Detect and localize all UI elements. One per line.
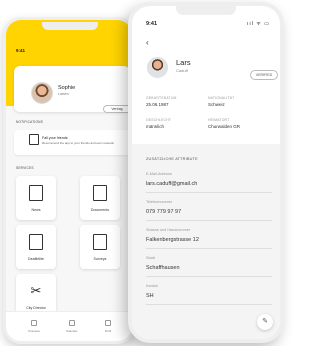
divider [146,192,272,193]
tile-label: City Director [26,306,46,310]
city-field[interactable]: Schaffhausen [146,265,180,271]
profile-surname: Caduff [176,68,188,73]
phone-notch [176,6,236,15]
document-icon [93,185,107,201]
status-time: 9:41 [146,21,158,27]
nav-item-calendar[interactable]: Kalender [60,320,84,333]
notification-title: Fall your friends [42,136,68,140]
email-field[interactable]: lars.caduff@gmail.ch [146,181,197,187]
bottom-nav: Overview Kalender Profil [6,311,132,341]
avatar [31,82,53,104]
birthdate-value: 25.06.1987 [146,102,169,107]
notification-icon [29,134,39,145]
status-time: 9:41 [16,48,26,53]
profile-name: Lars [176,58,191,67]
gender-label: GESCHLECHT [146,118,172,122]
profile-role: Larsen [58,92,69,96]
profile-icon [105,320,111,326]
gender-value: männlich [146,124,165,129]
back-phone: 9:41 Sophie Larsen Vertrag NOTIFICATIONS… [3,17,135,344]
service-tile-form[interactable]: Deaflirtlite [16,225,56,269]
back-arrow-icon[interactable]: ‹ [146,38,149,47]
service-tile-news[interactable]: News [16,176,56,220]
notification-text: Recommend the app to your friends and ea… [42,141,114,145]
news-icon [29,185,43,201]
status-icons: ııl ᯤ ▭ [247,21,270,27]
nationality-value: Schweiz [208,102,225,107]
contract-button[interactable]: Vertrag [103,105,131,113]
email-label: E-Mail-Adresse [146,172,172,176]
phone-label: Telefonnummer [146,200,173,204]
nationality-label: NATIONALITÄT [208,96,235,100]
avatar [147,57,168,78]
nav-label: Kalender [66,329,78,333]
profile-name: Sophie [58,85,76,91]
survey-icon [93,234,107,250]
street-label: Strasse und Hausnummer [146,228,191,232]
tools-icon: ✂ [30,283,42,298]
tile-label: News [31,208,41,212]
canton-label: Kanton [146,284,159,288]
calendar-icon [69,320,75,326]
phone-field[interactable]: 079 779 97 97 [146,209,181,215]
canton-field[interactable]: SH [146,293,154,299]
city-label: Stadt [146,256,155,260]
hometown-label: HEIMATORT [208,118,230,122]
tile-label: Deaflirtlite [28,257,44,261]
divider [146,304,272,305]
front-phone: 9:41 ııl ᯤ ▭ ‹ Lars Caduff VERIFIED GEBU… [128,2,284,343]
verified-badge: VERIFIED [250,70,278,80]
tile-label: Documents [90,208,110,212]
notifications-heading: NOTIFICATIONS [16,120,43,124]
service-tile-documents[interactable]: Documents [80,176,120,220]
nav-item-profile[interactable]: Profil [96,320,120,333]
phone-notch [42,22,98,30]
nav-item-overview[interactable]: Overview [22,320,46,333]
hometown-value: Churwalden GR [208,124,241,129]
divider [146,248,272,249]
street-field[interactable]: Falkenbergstrasse 12 [146,237,199,243]
divider [146,220,272,221]
services-heading: SERVICES [16,166,34,170]
edit-icon[interactable]: ✎ [257,314,273,330]
tile-label: Surveys [93,257,107,261]
home-icon [31,320,37,326]
divider [146,276,272,277]
nav-label: Overview [28,329,40,333]
service-tile-surveys[interactable]: Surveys [80,225,120,269]
birthdate-label: GEBURTSDATUM [146,96,177,100]
nav-label: Profil [104,329,112,333]
form-icon [29,234,43,250]
attributes-heading: ZUSÄTZLICHE ATTRIBUTE [146,157,198,161]
